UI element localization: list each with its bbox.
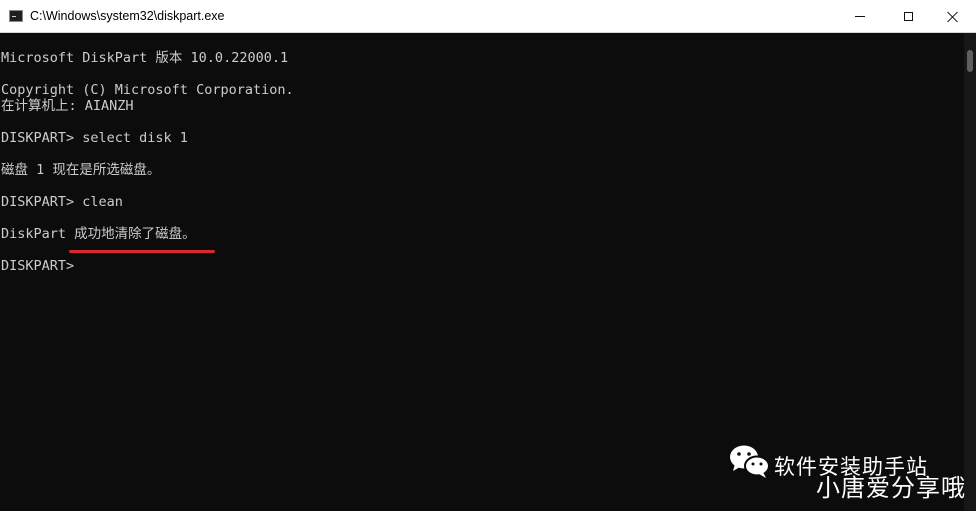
wechat-icon (730, 445, 770, 478)
console-line-prompt: DISKPART> (1, 258, 75, 274)
console-line-copyright: Copyright (C) Microsoft Corporation. (1, 82, 294, 98)
scrollbar-thumb[interactable] (967, 50, 973, 72)
minimize-button[interactable] (837, 0, 883, 33)
console-line-select-command: DISKPART> select disk 1 (1, 130, 188, 146)
close-icon (947, 11, 959, 23)
console-line-clean-result: DiskPart 成功地清除了磁盘。 (1, 226, 196, 242)
window-title: C:\Windows\system32\diskpart.exe (30, 9, 225, 23)
console-icon (9, 10, 23, 22)
red-underline-annotation (69, 250, 215, 253)
console-line-version: Microsoft DiskPart 版本 10.0.22000.1 (1, 50, 289, 66)
title-bar[interactable]: C:\Windows\system32\diskpart.exe (0, 0, 976, 33)
minimize-icon (855, 16, 865, 17)
watermark: 软件安装助手站 小唐爱分享哦 (728, 440, 968, 502)
console-line-clean-command: DISKPART> clean (1, 194, 123, 210)
console-line-select-result: 磁盘 1 现在是所选磁盘。 (1, 162, 161, 178)
console-line-computer: 在计算机上: AIANZH (1, 98, 134, 114)
watermark-line-2: 小唐爱分享哦 (816, 474, 966, 502)
maximize-button[interactable] (885, 0, 931, 33)
maximize-icon (903, 12, 913, 21)
close-button[interactable] (930, 0, 976, 33)
